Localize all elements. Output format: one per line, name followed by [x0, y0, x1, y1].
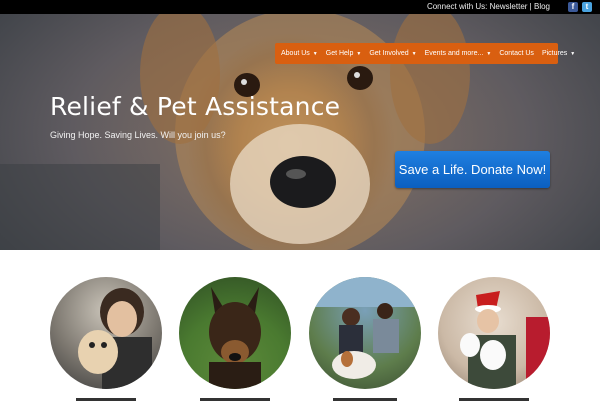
person-with-puppy-photo[interactable]: [50, 277, 162, 389]
nav-pictures[interactable]: Pictures ▼: [542, 50, 575, 57]
nav-contact-us[interactable]: Contact Us: [499, 50, 534, 57]
main-nav: About Us ▼ Get Help ▼ Get Involved ▼ Events…: [275, 43, 575, 64]
hero-title: Relief & Pet Assistance: [50, 92, 341, 121]
caret-down-icon: ▼: [570, 51, 576, 57]
feature-caption: [50, 395, 162, 403]
nav-label: About Us: [281, 50, 310, 57]
feature-caption: [179, 395, 291, 403]
nav-get-involved[interactable]: Get Involved ▼: [369, 50, 416, 57]
couple-with-dog-photo[interactable]: [309, 277, 421, 389]
nav-events[interactable]: Events and more... ▼: [425, 50, 492, 57]
nav-about-us[interactable]: About Us ▼: [281, 50, 318, 57]
nav-label: Get Involved: [369, 50, 409, 57]
caret-down-icon: ▼: [312, 51, 318, 57]
newsletter-link[interactable]: Newsletter: [490, 2, 528, 11]
caret-down-icon: ▼: [486, 51, 492, 57]
caret-down-icon: ▼: [411, 51, 417, 57]
german-shepherd-photo[interactable]: [179, 277, 291, 389]
feature-caption: [438, 395, 550, 403]
hero-banner: About Us ▼ Get Help ▼ Get Involved ▼ Events…: [0, 14, 600, 250]
nav-label: Pictures: [541, 50, 568, 57]
facebook-icon[interactable]: f: [568, 2, 578, 12]
connect-label: Connect with Us:: [426, 2, 488, 11]
caret-down-icon: ▼: [356, 51, 362, 57]
top-bar: Connect with Us: Newsletter | Blog f t: [0, 0, 600, 14]
nav-label: Events and more...: [424, 50, 484, 57]
nav-label: Get Help: [325, 50, 354, 57]
connect-links: Connect with Us: Newsletter | Blog: [427, 2, 550, 11]
hero-subtitle: Giving Hope. Saving Lives. Will you join…: [50, 130, 226, 140]
twitter-icon[interactable]: t: [582, 2, 592, 12]
nav-label: Contact Us: [499, 50, 534, 57]
santa-hat-with-dogs-photo[interactable]: [438, 277, 550, 389]
blog-link[interactable]: Blog: [534, 2, 550, 11]
nav-get-help[interactable]: Get Help ▼: [326, 50, 362, 57]
link-separator: |: [529, 2, 532, 11]
feature-caption: [309, 395, 421, 403]
donate-button[interactable]: Save a Life. Donate Now!: [395, 151, 550, 188]
